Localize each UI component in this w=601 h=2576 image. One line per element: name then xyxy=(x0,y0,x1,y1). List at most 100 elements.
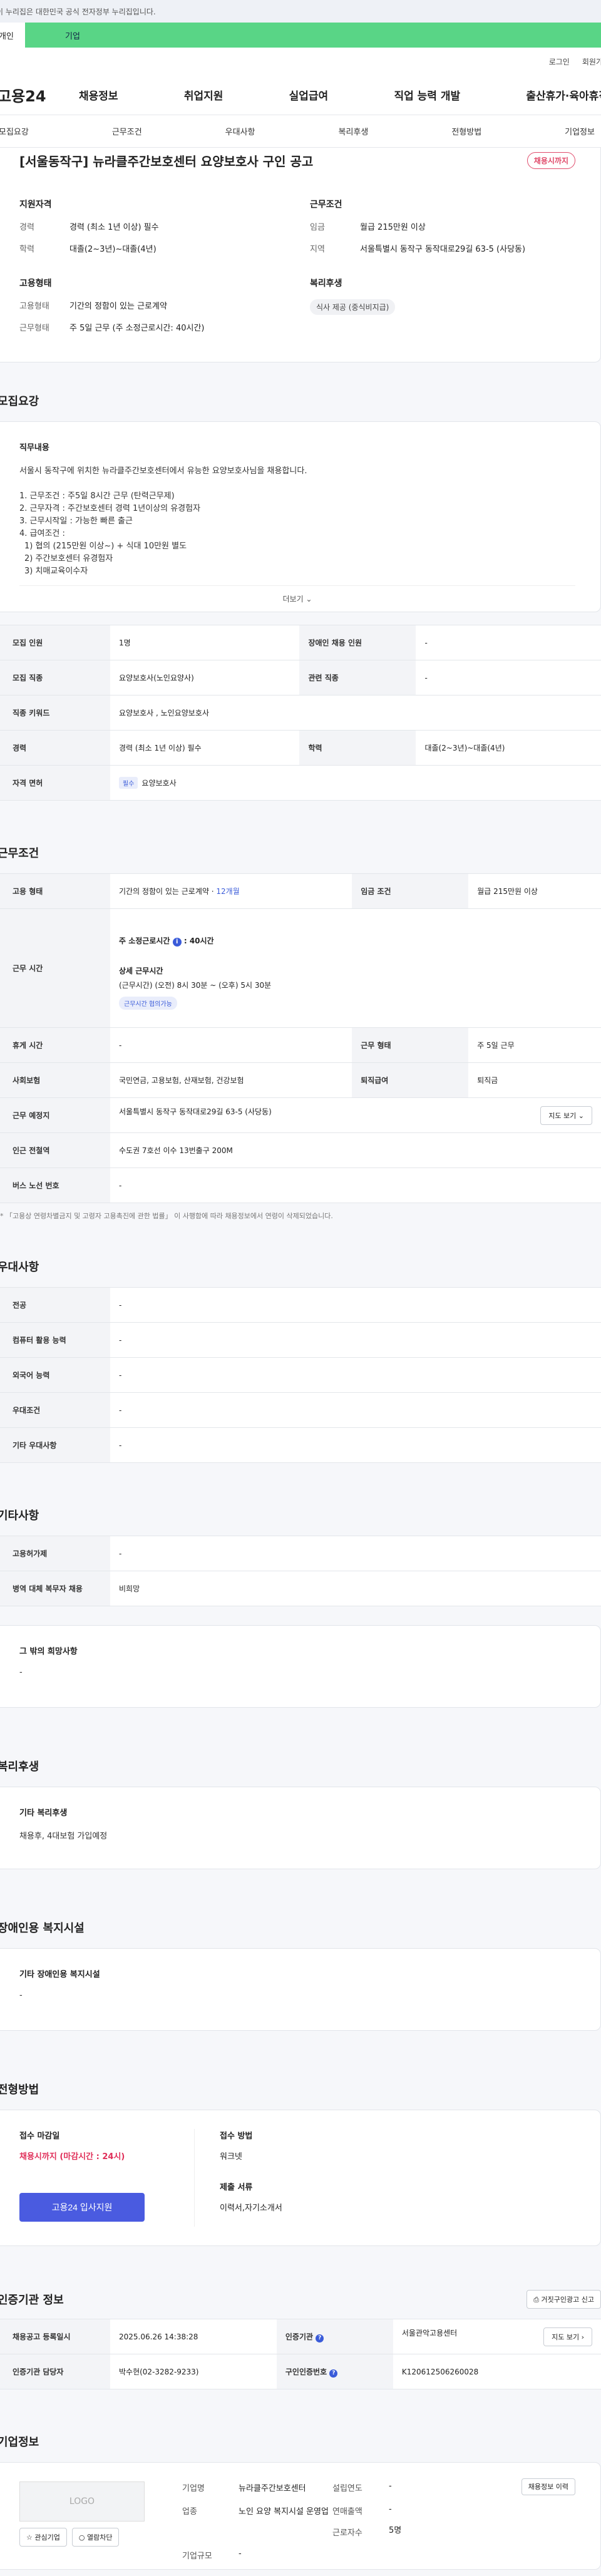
table-row: 인증기관 담당자 박수현(02-3282-9233) 구인인증번호 ? K1206… xyxy=(0,2354,601,2389)
table-row: 병역 대체 복무자 채용 비희망 xyxy=(0,1571,601,1606)
subnav-recruit[interactable]: 모집요강 xyxy=(0,125,29,137)
cell-value: 주 5일 근무 xyxy=(468,1027,601,1063)
subnav-preferences[interactable]: 우대사항 xyxy=(225,125,255,137)
report-button[interactable]: ⎙ 거짓구인광고 신고 xyxy=(527,2290,601,2309)
gnb-unemployment-benefit[interactable]: 실업급여 xyxy=(289,87,329,103)
gnb-jobs[interactable]: 채용정보 xyxy=(79,87,118,103)
cell-label: 경력 xyxy=(0,730,110,766)
cell-label: 퇴직급여 xyxy=(352,1062,469,1098)
block-view-button[interactable]: ○ 열람차단 xyxy=(71,2528,120,2547)
deadline-title: 접수 마감일 xyxy=(19,2132,60,2141)
founded-value: - xyxy=(389,2481,392,2491)
circle-icon: ○ xyxy=(78,2533,85,2542)
etc-box-title: 그 밖의 희망사항 xyxy=(19,1647,78,1656)
process-card: 접수 마감일 채용시까지 (마감시간 : 24시) 고용24 입사지원 접수 방… xyxy=(0,2110,601,2246)
site-logo[interactable]: 고용24 xyxy=(0,84,79,106)
desc-line: 서울시 동작구에 위치한 뉴라클주간보호센터에서 유능한 요양보호사님을 채용합… xyxy=(19,466,307,476)
size-value: - xyxy=(239,2549,242,2558)
deadline-badge: 채용시까지 xyxy=(527,151,575,169)
subnav-conditions[interactable]: 근무조건 xyxy=(112,125,142,137)
favorite-company-button[interactable]: ☆ 관심기업 xyxy=(19,2528,67,2547)
cell-label: 구인인증번호 ? xyxy=(276,2354,393,2389)
cert-number-label: 구인인증번호 xyxy=(285,2367,327,2376)
table-row: 직종 키워드 요양보호사 , 노인요양보호사 xyxy=(0,695,601,731)
disability-box: 기타 장애인용 복지시설 - xyxy=(0,1948,601,2031)
cell-label: 직종 키워드 xyxy=(0,695,110,731)
cell-value: 대졸(2~3년)~대졸(4년) xyxy=(416,730,601,766)
cell-value: 주 소정근로시간 i : 40시간 상세 근무시간 (근무시간) (오전) 8시… xyxy=(110,908,601,1028)
cell-value: - xyxy=(110,1287,601,1323)
section-title-recruit: 모집요강 xyxy=(0,395,39,408)
summary-value: 월급 215만원 이상 xyxy=(360,223,426,232)
subnav-company[interactable]: 기업정보 xyxy=(565,125,595,137)
docs-value: 이력서,자기소개서 xyxy=(220,2204,282,2213)
detail-hours-value: (근무시간) (오전) 8시 30분 ~ (오후) 5시 30분 xyxy=(119,981,272,990)
negotiable-pill: 근무시간 협의가능 xyxy=(119,997,177,1010)
subnav-welfare[interactable]: 복리후생 xyxy=(338,125,368,137)
job-description-card: 직무내용 서울시 동작구에 위치한 뉴라클주간보호센터에서 유능한 요양보호사님… xyxy=(0,421,601,612)
desc-line: 3. 근무시작일 : 가능한 빠른 출근 xyxy=(19,516,133,526)
cell-value: 퇴직금 xyxy=(468,1062,601,1098)
summary-emp-title: 고용형태 xyxy=(19,279,52,289)
industry-value: 노인 요양 복지시설 운영업 xyxy=(239,2507,329,2517)
summary-label: 학력 xyxy=(19,245,34,254)
section-nav: 모집요강 근무조건 우대사항 복리후생 전형방법 기업정보 xyxy=(0,115,601,148)
cell-label: 고용허가제 xyxy=(0,1536,110,1571)
cell-label: 인증기관 ? xyxy=(276,2319,393,2354)
desc-line xyxy=(19,478,575,490)
table-row: 인근 전철역 수도권 7호선 이수 13번출구 200M xyxy=(0,1132,601,1168)
cell-value: - xyxy=(110,1322,601,1358)
section-title-etc: 기타사항 xyxy=(0,1509,39,1522)
more-button[interactable]: 더보기 ⌄ xyxy=(19,585,575,612)
cell-value: - xyxy=(416,660,601,695)
summary-value: 서울특별시 동작구 동작대로29길 63-5 (사당동) xyxy=(360,245,526,254)
deadline-value: 채용시까지 (마감시간 : 24시) xyxy=(19,2152,125,2162)
cert-map-label: 지도 보기 xyxy=(552,2332,580,2341)
cell-value: 서울관악고용센터 지도 보기 › xyxy=(393,2319,601,2354)
cell-label: 버스 노선 번호 xyxy=(0,1167,110,1203)
section-title-welfare: 복리후생 xyxy=(0,1760,39,1773)
info-icon[interactable]: ? xyxy=(316,2334,324,2343)
tab-company[interactable]: 기업 xyxy=(25,23,601,48)
table-row: 모집 직종 요양보호사(노인요양사) 관련 직종 - xyxy=(0,660,601,695)
table-row: 경력 경력 (최소 1년 이상) 필수 학력 대졸(2~3년)~대졸(4년) xyxy=(0,730,601,766)
apply-button[interactable]: 고용24 입사지원 xyxy=(19,2193,145,2222)
cell-value: 필수 요양보호사 xyxy=(110,765,601,801)
cell-value: 수도권 7호선 이수 13번출구 200M xyxy=(110,1132,601,1168)
tab-personal[interactable]: 개인 xyxy=(0,23,25,48)
subnav-process[interactable]: 전형방법 xyxy=(451,125,481,137)
sales-label: 연매출액 xyxy=(332,2507,362,2517)
gnb-employment-support[interactable]: 취업지원 xyxy=(184,87,223,103)
gov-tabs: 개인 기업 xyxy=(0,23,601,48)
required-tag: 필수 xyxy=(119,777,138,789)
license-value: 요양보호사 xyxy=(141,779,177,788)
employees-label: 근로자수 xyxy=(332,2528,362,2538)
cell-label: 근무 형태 xyxy=(352,1027,469,1063)
disability-box-title: 기타 장애인용 복지시설 xyxy=(19,1970,100,1979)
login-link[interactable]: 로그인 xyxy=(549,56,570,67)
info-icon[interactable]: i xyxy=(172,938,182,947)
cell-value: - xyxy=(110,1392,601,1428)
size-label: 기업규모 xyxy=(182,2552,212,2561)
table-row: 고용허가제 - xyxy=(0,1536,601,1571)
section-title-disability: 장애인용 복지시설 xyxy=(0,1922,85,1935)
gov-notice: 이 누리집은 대한민국 공식 전자정부 누리집입니다. xyxy=(0,7,156,16)
hiring-history-button[interactable]: 채용정보 이력 xyxy=(521,2478,575,2495)
gnb-job-training[interactable]: 직업 능력 개발 xyxy=(394,87,460,103)
summary-qual-title: 지원자격 xyxy=(19,200,52,210)
method-title: 접수 방법 xyxy=(220,2132,253,2141)
cert-map-button[interactable]: 지도 보기 › xyxy=(543,2327,592,2346)
etc-box: 그 밖의 희망사항 - xyxy=(0,1625,601,1708)
desc-line: 2) 주간보호센터 유경험자 xyxy=(24,554,113,563)
summary-conditions: 근무조건 임금 월급 215만원 이상 지역 서울특별시 동작구 동작대로29길 6… xyxy=(310,198,575,264)
signup-link[interactable]: 회원가입 xyxy=(582,56,601,67)
favorite-label: 관심기업 xyxy=(34,2533,60,2542)
gnb-parental-leave[interactable]: 출산휴가·육아휴직 xyxy=(526,87,601,103)
etc-box-value: - xyxy=(19,1668,23,1677)
block-label: 열람차단 xyxy=(86,2533,113,2542)
info-icon[interactable]: ? xyxy=(329,2369,338,2378)
section-title-cert: 인증기관 정보 xyxy=(0,2294,64,2307)
cert-header: 인증기관 정보 ⎙ 거짓구인광고 신고 xyxy=(0,2290,601,2309)
map-button[interactable]: 지도 보기 ⌄ xyxy=(540,1106,592,1125)
global-nav: 고용24 채용정보 취업지원 실업급여 직업 능력 개발 출산휴가·육아휴직 xyxy=(0,75,601,115)
